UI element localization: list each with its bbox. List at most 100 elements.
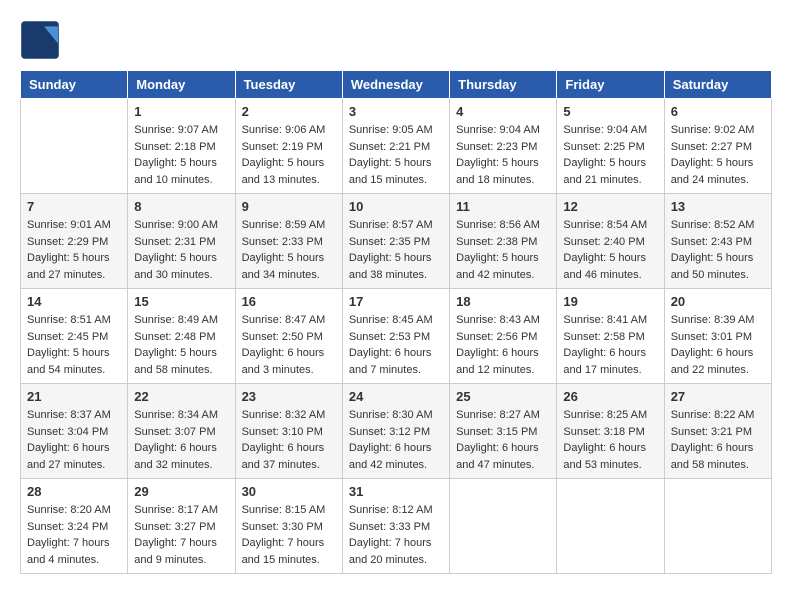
cell-info-line: Sunset: 3:07 PM [134, 424, 228, 441]
cell-info-line: Sunset: 2:56 PM [456, 329, 550, 346]
calendar-cell: 2Sunrise: 9:06 AMSunset: 2:19 PMDaylight… [235, 99, 342, 194]
cell-info-line: Sunrise: 8:34 AM [134, 407, 228, 424]
cell-info-line: Sunset: 3:15 PM [456, 424, 550, 441]
cell-info-line: Sunrise: 8:17 AM [134, 502, 228, 519]
week-row-2: 7Sunrise: 9:01 AMSunset: 2:29 PMDaylight… [21, 194, 772, 289]
cell-info-line: and 30 minutes. [134, 267, 228, 284]
cell-info-line: Sunset: 3:18 PM [563, 424, 657, 441]
cell-info-line: and 34 minutes. [242, 267, 336, 284]
day-number: 6 [671, 104, 765, 119]
day-number: 5 [563, 104, 657, 119]
day-number: 4 [456, 104, 550, 119]
calendar-cell: 7Sunrise: 9:01 AMSunset: 2:29 PMDaylight… [21, 194, 128, 289]
calendar-cell [664, 479, 771, 574]
page-header [20, 20, 772, 60]
day-header-thursday: Thursday [450, 71, 557, 99]
cell-info-line: and 46 minutes. [563, 267, 657, 284]
cell-info-line: and 54 minutes. [27, 362, 121, 379]
cell-info-line: Sunrise: 8:41 AM [563, 312, 657, 329]
calendar-table: SundayMondayTuesdayWednesdayThursdayFrid… [20, 70, 772, 574]
calendar-cell: 30Sunrise: 8:15 AMSunset: 3:30 PMDayligh… [235, 479, 342, 574]
cell-info-line: and 4 minutes. [27, 552, 121, 569]
cell-info-line: Daylight: 7 hours [242, 535, 336, 552]
day-number: 26 [563, 389, 657, 404]
cell-info-line: Sunset: 2:53 PM [349, 329, 443, 346]
cell-info-line: Sunrise: 8:12 AM [349, 502, 443, 519]
cell-info-line: Sunrise: 8:22 AM [671, 407, 765, 424]
day-number: 21 [27, 389, 121, 404]
day-number: 8 [134, 199, 228, 214]
day-number: 24 [349, 389, 443, 404]
calendar-cell: 19Sunrise: 8:41 AMSunset: 2:58 PMDayligh… [557, 289, 664, 384]
calendar-cell: 15Sunrise: 8:49 AMSunset: 2:48 PMDayligh… [128, 289, 235, 384]
cell-info-line: and 53 minutes. [563, 457, 657, 474]
calendar-cell: 16Sunrise: 8:47 AMSunset: 2:50 PMDayligh… [235, 289, 342, 384]
cell-info-line: Sunrise: 8:45 AM [349, 312, 443, 329]
cell-info-line: Daylight: 5 hours [134, 250, 228, 267]
cell-info-line: and 47 minutes. [456, 457, 550, 474]
calendar-cell: 22Sunrise: 8:34 AMSunset: 3:07 PMDayligh… [128, 384, 235, 479]
logo-icon [20, 20, 60, 60]
day-number: 27 [671, 389, 765, 404]
cell-info-line: Sunset: 2:18 PM [134, 139, 228, 156]
cell-info-line: Sunrise: 8:54 AM [563, 217, 657, 234]
week-row-5: 28Sunrise: 8:20 AMSunset: 3:24 PMDayligh… [21, 479, 772, 574]
cell-info-line: and 3 minutes. [242, 362, 336, 379]
cell-info-line: Sunset: 2:35 PM [349, 234, 443, 251]
cell-info-line: Sunset: 2:45 PM [27, 329, 121, 346]
cell-info-line: Sunset: 2:23 PM [456, 139, 550, 156]
calendar-cell: 24Sunrise: 8:30 AMSunset: 3:12 PMDayligh… [342, 384, 449, 479]
cell-info-line: Daylight: 5 hours [349, 250, 443, 267]
day-number: 7 [27, 199, 121, 214]
cell-info-line: Sunrise: 8:51 AM [27, 312, 121, 329]
cell-info-line: and 15 minutes. [349, 172, 443, 189]
cell-info-line: Sunrise: 8:49 AM [134, 312, 228, 329]
calendar-cell: 1Sunrise: 9:07 AMSunset: 2:18 PMDaylight… [128, 99, 235, 194]
day-number: 20 [671, 294, 765, 309]
day-number: 10 [349, 199, 443, 214]
cell-info-line: and 58 minutes. [134, 362, 228, 379]
cell-info-line: Daylight: 6 hours [27, 440, 121, 457]
cell-info-line: Daylight: 6 hours [349, 345, 443, 362]
day-number: 11 [456, 199, 550, 214]
cell-info-line: Daylight: 5 hours [456, 250, 550, 267]
cell-info-line: Sunrise: 9:04 AM [563, 122, 657, 139]
cell-info-line: Daylight: 6 hours [456, 345, 550, 362]
cell-info-line: Daylight: 5 hours [563, 155, 657, 172]
cell-info-line: Daylight: 7 hours [27, 535, 121, 552]
calendar-cell: 21Sunrise: 8:37 AMSunset: 3:04 PMDayligh… [21, 384, 128, 479]
cell-info-line: Sunrise: 8:57 AM [349, 217, 443, 234]
calendar-cell [557, 479, 664, 574]
day-number: 31 [349, 484, 443, 499]
cell-info-line: and 58 minutes. [671, 457, 765, 474]
cell-info-line: Sunset: 2:29 PM [27, 234, 121, 251]
cell-info-line: Daylight: 6 hours [242, 345, 336, 362]
cell-info-line: Daylight: 5 hours [456, 155, 550, 172]
cell-info-line: and 12 minutes. [456, 362, 550, 379]
cell-info-line: Daylight: 6 hours [134, 440, 228, 457]
day-number: 9 [242, 199, 336, 214]
cell-info-line: Sunset: 2:21 PM [349, 139, 443, 156]
day-number: 23 [242, 389, 336, 404]
calendar-header-row: SundayMondayTuesdayWednesdayThursdayFrid… [21, 71, 772, 99]
cell-info-line: and 18 minutes. [456, 172, 550, 189]
day-number: 30 [242, 484, 336, 499]
day-number: 1 [134, 104, 228, 119]
cell-info-line: Sunrise: 9:07 AM [134, 122, 228, 139]
cell-info-line: Sunrise: 8:59 AM [242, 217, 336, 234]
calendar-cell: 4Sunrise: 9:04 AMSunset: 2:23 PMDaylight… [450, 99, 557, 194]
cell-info-line: Daylight: 5 hours [671, 250, 765, 267]
cell-info-line: Daylight: 5 hours [563, 250, 657, 267]
cell-info-line: and 10 minutes. [134, 172, 228, 189]
cell-info-line: Daylight: 6 hours [242, 440, 336, 457]
week-row-4: 21Sunrise: 8:37 AMSunset: 3:04 PMDayligh… [21, 384, 772, 479]
cell-info-line: Sunset: 2:31 PM [134, 234, 228, 251]
cell-info-line: Daylight: 5 hours [242, 250, 336, 267]
calendar-cell: 29Sunrise: 8:17 AMSunset: 3:27 PMDayligh… [128, 479, 235, 574]
cell-info-line: Sunset: 2:43 PM [671, 234, 765, 251]
cell-info-line: Sunset: 3:01 PM [671, 329, 765, 346]
day-header-wednesday: Wednesday [342, 71, 449, 99]
cell-info-line: Daylight: 5 hours [134, 345, 228, 362]
cell-info-line: Sunset: 2:19 PM [242, 139, 336, 156]
cell-info-line: Daylight: 6 hours [349, 440, 443, 457]
